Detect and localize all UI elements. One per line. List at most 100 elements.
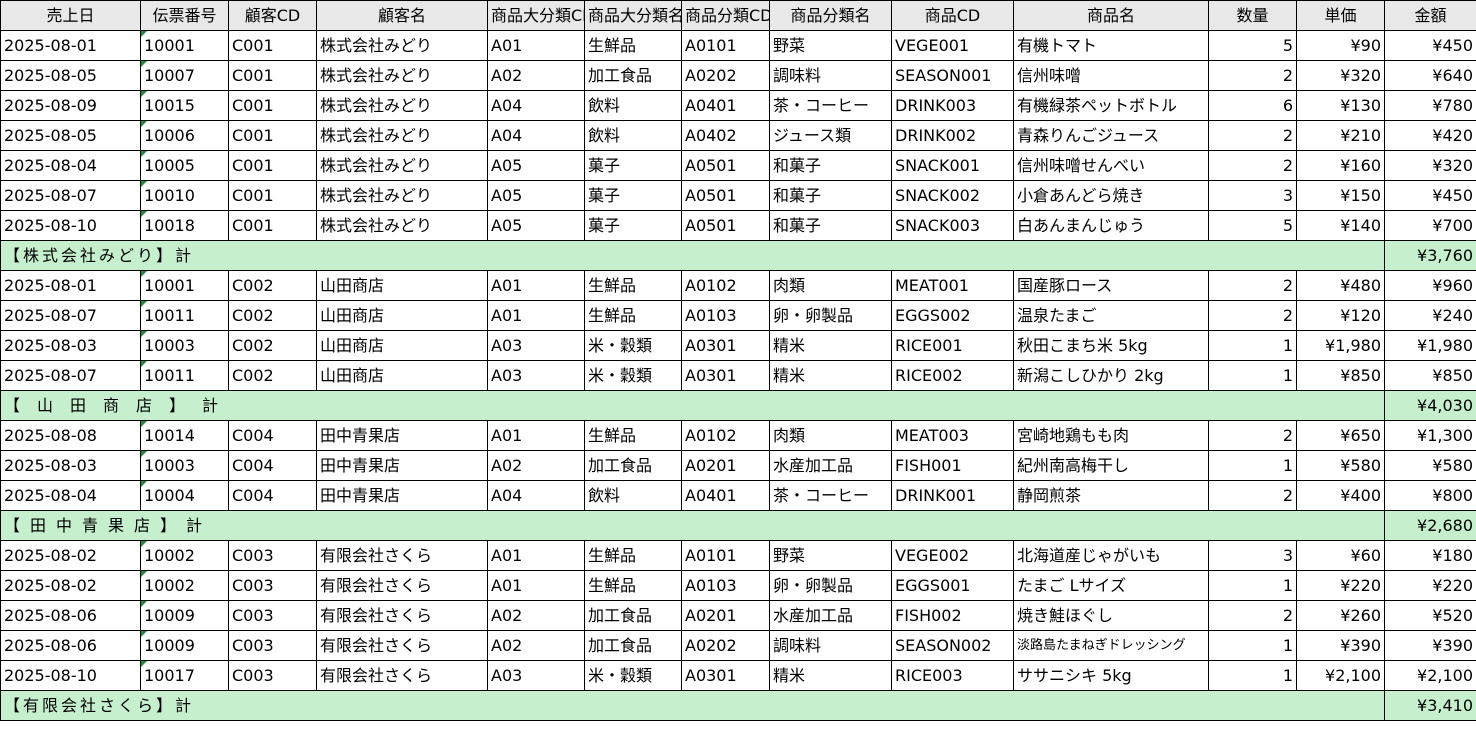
quantity-cell[interactable]: 6	[1208, 90, 1297, 121]
amount-cell[interactable]: ¥850	[1384, 360, 1476, 391]
slip-number-cell[interactable]: 10006	[140, 120, 229, 151]
amount-cell[interactable]: ¥240	[1384, 300, 1476, 331]
product-name-cell[interactable]: 淡路島たまねぎドレッシング	[1013, 630, 1209, 661]
header-product-cd[interactable]: 商品CD	[891, 0, 1014, 31]
category-cd-cell[interactable]: A0401	[681, 480, 770, 511]
major-category-name-cell[interactable]: 米・穀類	[584, 660, 682, 691]
quantity-cell[interactable]: 2	[1208, 270, 1297, 301]
header-sales-date[interactable]: 売上日	[0, 0, 141, 31]
major-category-cd-cell[interactable]: A01	[487, 270, 585, 301]
category-cd-cell[interactable]: A0101	[681, 30, 770, 61]
major-category-name-cell[interactable]: 加工食品	[584, 60, 682, 91]
category-name-cell[interactable]: 精米	[769, 660, 892, 691]
category-name-cell[interactable]: 和菓子	[769, 150, 892, 181]
product-name-cell[interactable]: 青森りんごジュース	[1013, 120, 1209, 151]
category-cd-cell[interactable]: A0301	[681, 660, 770, 691]
sales-date-cell[interactable]: 2025-08-07	[0, 180, 141, 211]
product-name-cell[interactable]: ササニシキ 5kg	[1013, 660, 1209, 691]
customer-name-cell[interactable]: 山田商店	[316, 300, 488, 331]
category-name-cell[interactable]: 和菓子	[769, 210, 892, 241]
sales-date-cell[interactable]: 2025-08-01	[0, 30, 141, 61]
major-category-name-cell[interactable]: 米・穀類	[584, 360, 682, 391]
customer-name-cell[interactable]: 田中青果店	[316, 420, 488, 451]
category-cd-cell[interactable]: A0501	[681, 150, 770, 181]
quantity-cell[interactable]: 2	[1208, 600, 1297, 631]
slip-number-cell[interactable]: 10002	[140, 570, 229, 601]
sales-date-cell[interactable]: 2025-08-08	[0, 420, 141, 451]
unit-price-cell[interactable]: ¥850	[1296, 360, 1385, 391]
product-cd-cell[interactable]: SEASON001	[891, 60, 1014, 91]
header-customer-name[interactable]: 顧客名	[316, 0, 488, 31]
major-category-cd-cell[interactable]: A02	[487, 630, 585, 661]
unit-price-cell[interactable]: ¥60	[1296, 540, 1385, 571]
subtotal-label[interactable]: 【株式会社みどり】計	[0, 240, 1385, 271]
quantity-cell[interactable]: 2	[1208, 120, 1297, 151]
product-cd-cell[interactable]: FISH002	[891, 600, 1014, 631]
product-name-cell[interactable]: 信州味噌せんべい	[1013, 150, 1209, 181]
category-name-cell[interactable]: 水産加工品	[769, 450, 892, 481]
customer-cd-cell[interactable]: C002	[228, 330, 317, 361]
header-product-name[interactable]: 商品名	[1013, 0, 1209, 31]
customer-cd-cell[interactable]: C003	[228, 540, 317, 571]
sales-date-cell[interactable]: 2025-08-01	[0, 270, 141, 301]
sales-date-cell[interactable]: 2025-08-10	[0, 210, 141, 241]
customer-cd-cell[interactable]: C002	[228, 360, 317, 391]
sales-date-cell[interactable]: 2025-08-03	[0, 450, 141, 481]
unit-price-cell[interactable]: ¥400	[1296, 480, 1385, 511]
amount-cell[interactable]: ¥390	[1384, 630, 1476, 661]
product-name-cell[interactable]: 白あんまんじゅう	[1013, 210, 1209, 241]
category-cd-cell[interactable]: A0401	[681, 90, 770, 121]
category-cd-cell[interactable]: A0301	[681, 330, 770, 361]
header-category-cd[interactable]: 商品分類CD	[681, 0, 770, 31]
amount-cell[interactable]: ¥800	[1384, 480, 1476, 511]
product-name-cell[interactable]: たまご Lサイズ	[1013, 570, 1209, 601]
category-name-cell[interactable]: 和菓子	[769, 180, 892, 211]
major-category-cd-cell[interactable]: A01	[487, 300, 585, 331]
category-cd-cell[interactable]: A0103	[681, 300, 770, 331]
quantity-cell[interactable]: 1	[1208, 330, 1297, 361]
subtotal-amount[interactable]: ¥3,760	[1384, 240, 1476, 271]
amount-cell[interactable]: ¥960	[1384, 270, 1476, 301]
quantity-cell[interactable]: 2	[1208, 480, 1297, 511]
customer-cd-cell[interactable]: C001	[228, 30, 317, 61]
sales-date-cell[interactable]: 2025-08-06	[0, 630, 141, 661]
customer-cd-cell[interactable]: C001	[228, 90, 317, 121]
unit-price-cell[interactable]: ¥260	[1296, 600, 1385, 631]
slip-number-cell[interactable]: 10005	[140, 150, 229, 181]
quantity-cell[interactable]: 2	[1208, 420, 1297, 451]
customer-name-cell[interactable]: 山田商店	[316, 330, 488, 361]
header-quantity[interactable]: 数量	[1208, 0, 1297, 31]
product-name-cell[interactable]: 新潟こしひかり 2kg	[1013, 360, 1209, 391]
customer-name-cell[interactable]: 田中青果店	[316, 480, 488, 511]
amount-cell[interactable]: ¥180	[1384, 540, 1476, 571]
product-cd-cell[interactable]: RICE001	[891, 330, 1014, 361]
sales-date-cell[interactable]: 2025-08-07	[0, 300, 141, 331]
category-name-cell[interactable]: 調味料	[769, 630, 892, 661]
major-category-name-cell[interactable]: 生鮮品	[584, 420, 682, 451]
product-name-cell[interactable]: 小倉あんどら焼き	[1013, 180, 1209, 211]
unit-price-cell[interactable]: ¥580	[1296, 450, 1385, 481]
product-cd-cell[interactable]: RICE003	[891, 660, 1014, 691]
amount-cell[interactable]: ¥1,300	[1384, 420, 1476, 451]
amount-cell[interactable]: ¥700	[1384, 210, 1476, 241]
product-cd-cell[interactable]: DRINK001	[891, 480, 1014, 511]
subtotal-amount[interactable]: ¥3,410	[1384, 690, 1476, 721]
subtotal-amount[interactable]: ¥4,030	[1384, 390, 1476, 421]
unit-price-cell[interactable]: ¥2,100	[1296, 660, 1385, 691]
amount-cell[interactable]: ¥320	[1384, 150, 1476, 181]
header-major-category-cd[interactable]: 商品大分類CD	[487, 0, 585, 31]
sales-date-cell[interactable]: 2025-08-06	[0, 600, 141, 631]
customer-cd-cell[interactable]: C004	[228, 420, 317, 451]
quantity-cell[interactable]: 1	[1208, 630, 1297, 661]
category-name-cell[interactable]: 野菜	[769, 540, 892, 571]
customer-cd-cell[interactable]: C003	[228, 630, 317, 661]
category-cd-cell[interactable]: A0202	[681, 630, 770, 661]
major-category-name-cell[interactable]: 飲料	[584, 480, 682, 511]
unit-price-cell[interactable]: ¥390	[1296, 630, 1385, 661]
header-amount[interactable]: 金額	[1384, 0, 1476, 31]
customer-name-cell[interactable]: 株式会社みどり	[316, 150, 488, 181]
customer-name-cell[interactable]: 有限会社さくら	[316, 570, 488, 601]
customer-name-cell[interactable]: 有限会社さくら	[316, 540, 488, 571]
sales-date-cell[interactable]: 2025-08-02	[0, 540, 141, 571]
product-cd-cell[interactable]: SNACK003	[891, 210, 1014, 241]
